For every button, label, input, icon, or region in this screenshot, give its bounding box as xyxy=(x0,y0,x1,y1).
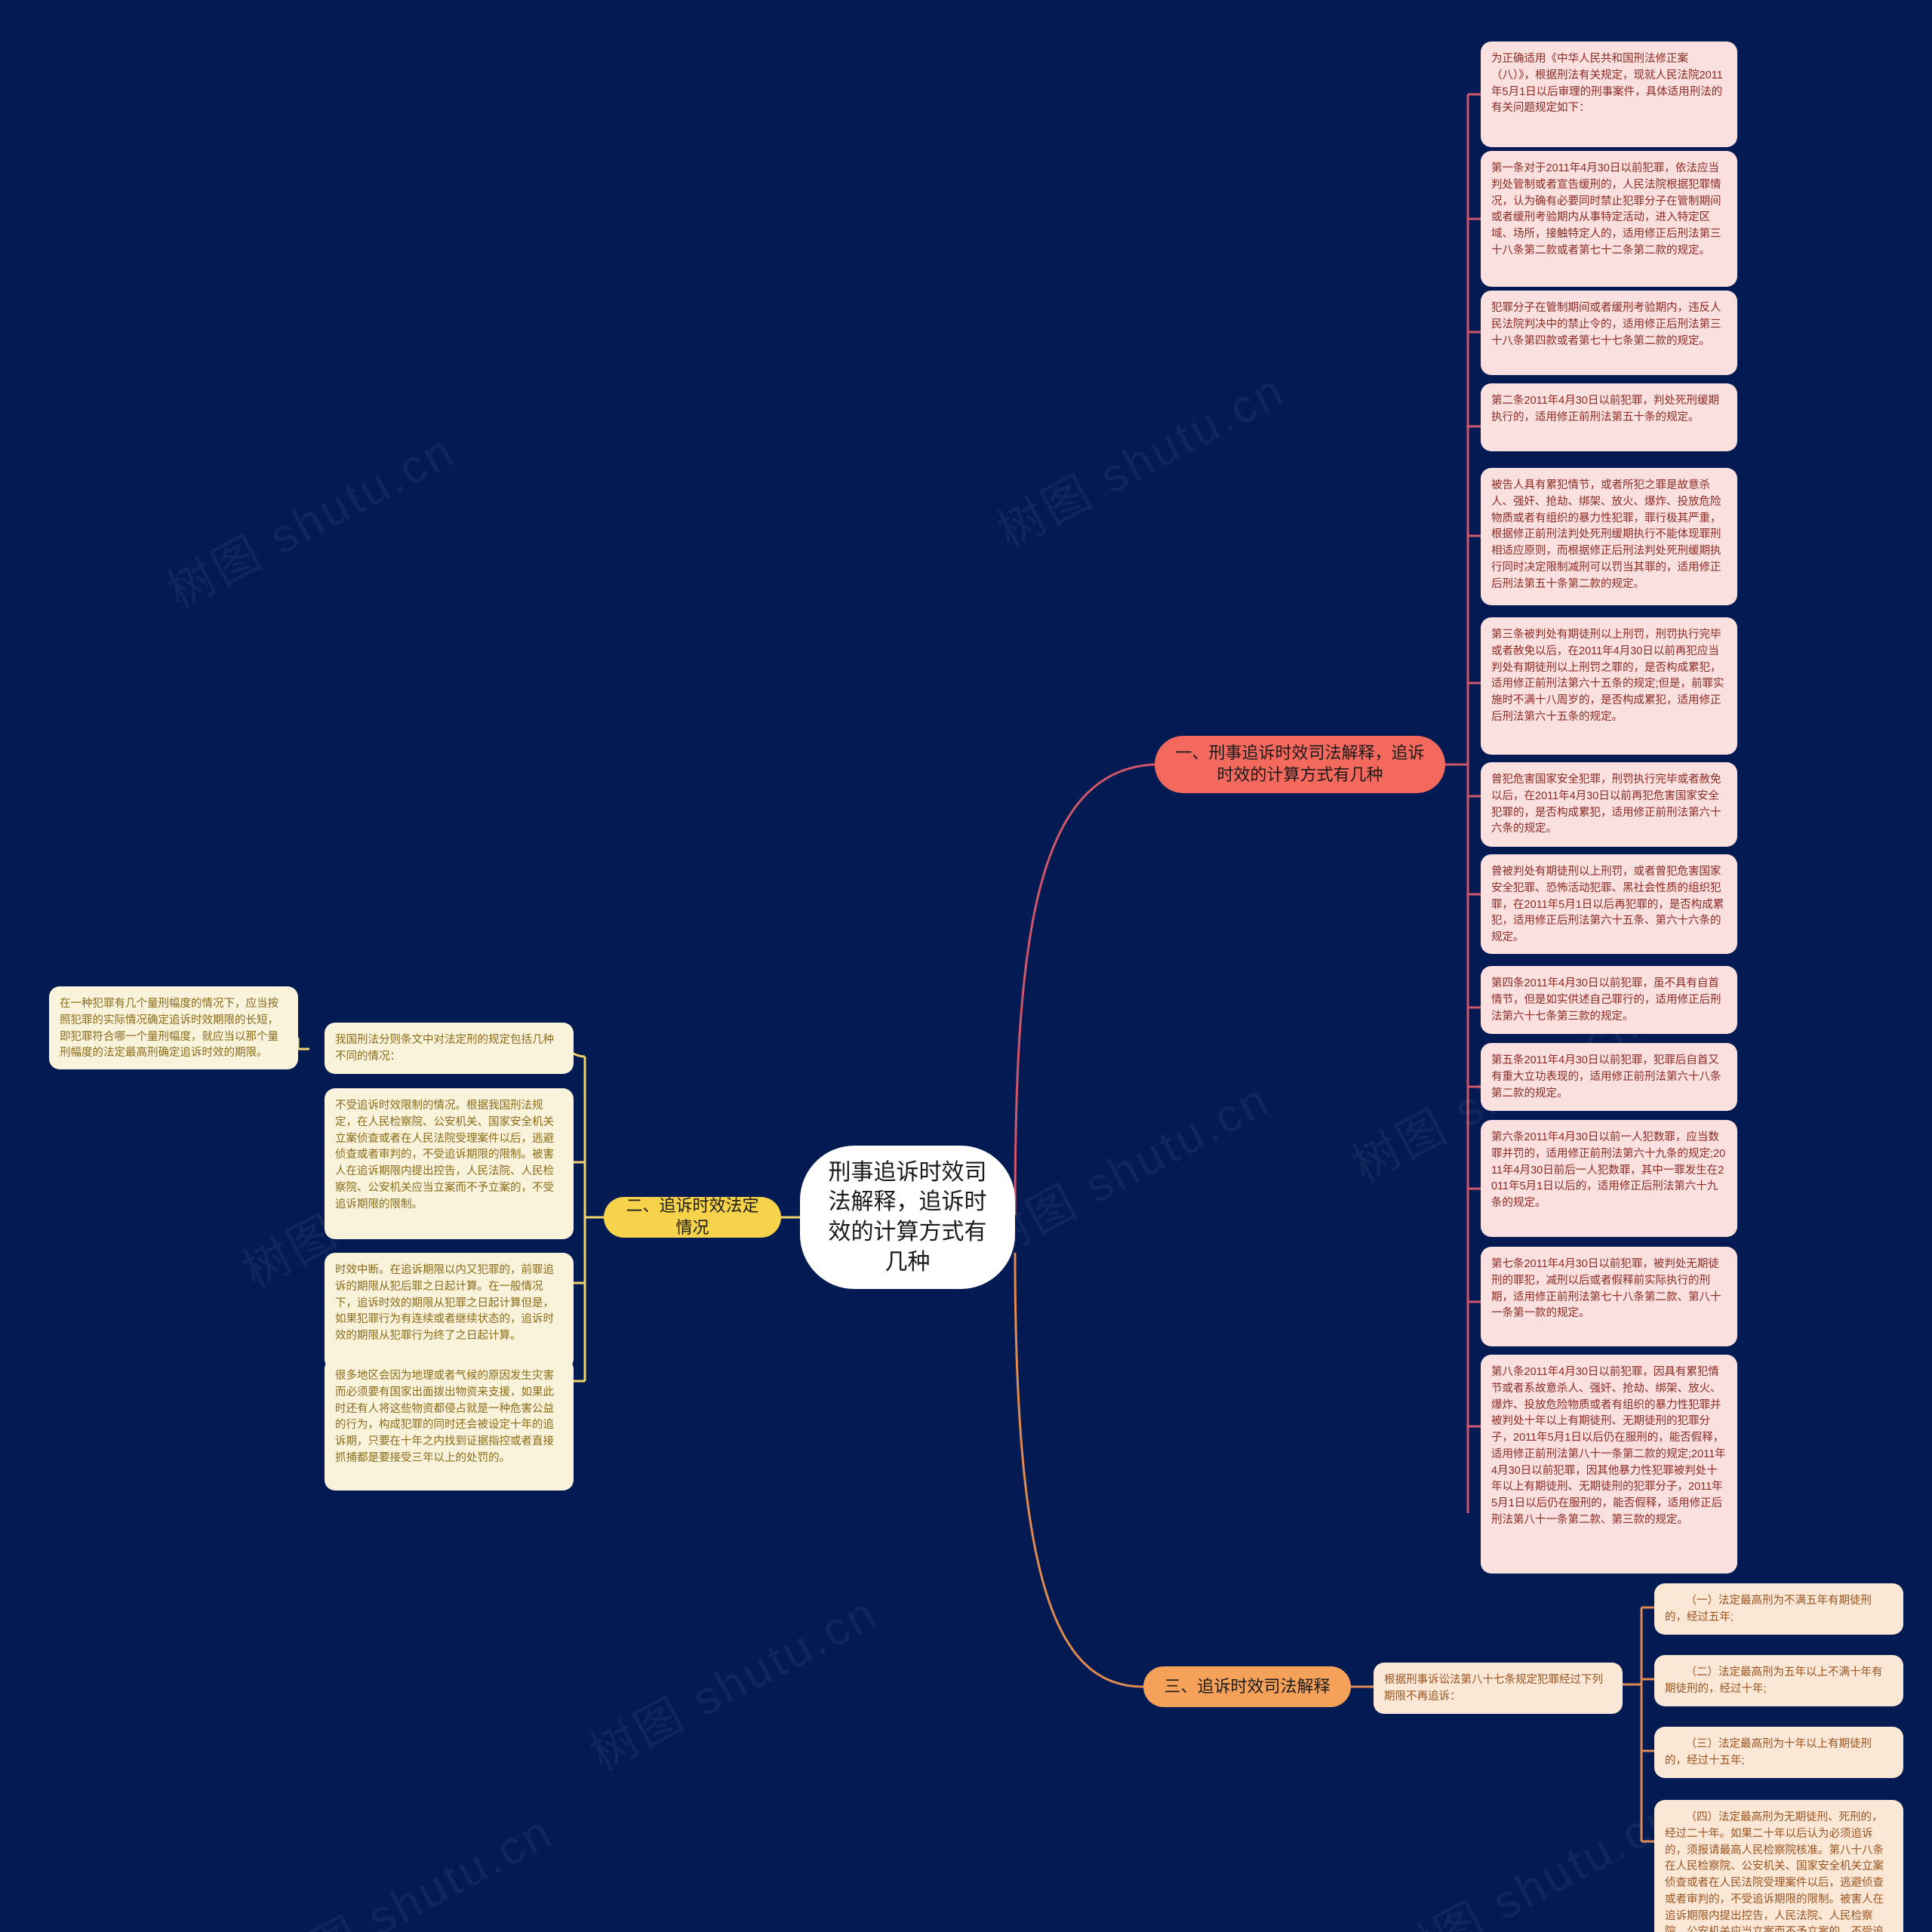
watermark: 树图 shutu.cn xyxy=(1382,1789,1687,1932)
leaf-node[interactable]: 为正确适用《中华人民共和国刑法修正案（八）》，根据刑法有关规定，现就人民法院20… xyxy=(1481,42,1737,147)
leaf-node[interactable]: 被告人具有累犯情节，或者所犯之罪是故意杀人、强奸、抢劫、绑架、放火、爆炸、投放危… xyxy=(1481,468,1737,605)
leaf-node-text: 很多地区会因为地理或者气候的原因发生灾害而必须要有国家出面拨出物资来支援，如果此… xyxy=(335,1370,554,1464)
watermark: 树图 shutu.cn xyxy=(989,363,1294,558)
leaf-node[interactable]: 我国刑法分则条文中对法定刑的规定包括几种不同的情况： xyxy=(325,1023,574,1074)
sub-leaf-node[interactable]: （三）法定最高刑为十年以上有期徒刑的，经过十五年; xyxy=(1654,1727,1903,1778)
leaf-node[interactable]: 不受追诉时效限制的情况。根据我国刑法规定，在人民检察院、公安机关、国家安全机关立… xyxy=(325,1088,574,1239)
sub-leaf-node[interactable]: （一）法定最高刑为不满五年有期徒刑的，经过五年; xyxy=(1654,1583,1903,1635)
leaf-node-text: 第一条对于2011年4月30日以前犯罪，依法应当判处管制或者宣告缓刑的，人民法院… xyxy=(1491,162,1721,257)
leaf-node[interactable]: 第一条对于2011年4月30日以前犯罪，依法应当判处管制或者宣告缓刑的，人民法院… xyxy=(1481,151,1737,287)
branch-node-3[interactable]: 三、追诉时效司法解释 xyxy=(1143,1666,1351,1707)
watermark: 树图 shutu.cn xyxy=(582,1586,887,1781)
leaf-node[interactable]: 第三条被判处有期徒刑以上刑罚，刑罚执行完毕或者赦免以后，在2011年4月30日以… xyxy=(1481,617,1737,755)
leaf-node[interactable]: 第七条2011年4月30日以前犯罪，被判处无期徒刑的罪犯，减刑以后或者假释前实际… xyxy=(1481,1247,1737,1346)
sub-leaf-node-text: （四）法定最高刑为无期徒刑、死刑的，经过二十年。如果二十年以后认为必须追诉的，须… xyxy=(1665,1811,1884,1932)
leaf-node-text: 第七条2011年4月30日以前犯罪，被判处无期徒刑的罪犯，减刑以后或者假释前实际… xyxy=(1491,1258,1721,1320)
leaf-node[interactable]: 第五条2011年4月30日以前犯罪，犯罪后自首又有重大立功表现的，适用修正前刑法… xyxy=(1481,1043,1737,1111)
root-node[interactable]: 刑事追诉时效司法解释，追诉时效的计算方式有几种 xyxy=(800,1146,1015,1289)
leaf-node[interactable]: 犯罪分子在管制期间或者缓刑考验期内，违反人民法院判决中的禁止令的，适用修正后刑法… xyxy=(1481,291,1737,375)
leaf-node-text: 第二条2011年4月30日以前犯罪，判处死刑缓期执行的，适用修正前刑法第五十条的… xyxy=(1491,395,1719,423)
leaf-node[interactable]: 曾犯危害国家安全犯罪，刑罚执行完毕或者赦免以后，在2011年4月30日以前再犯危… xyxy=(1481,762,1737,847)
leaf-node-text: 根据刑事诉讼法第八十七条规定犯罪经过下列期限不再追诉： xyxy=(1384,1674,1603,1703)
root-node-label: 刑事追诉时效司法解释，追诉时效的计算方式有几种 xyxy=(828,1159,987,1275)
leaf-node-text: 被告人具有累犯情节，或者所犯之罪是故意杀人、强奸、抢劫、绑架、放火、爆炸、投放危… xyxy=(1491,479,1721,590)
watermark: 树图 shutu.cn xyxy=(159,423,464,619)
leaf-node-text: 曾犯危害国家安全犯罪，刑罚执行完毕或者赦免以后，在2011年4月30日以前再犯危… xyxy=(1491,774,1721,835)
mindmap-canvas: 树图 shutu.cn 树图 shutu.cn 树图 shutu.cn 树图 s… xyxy=(0,0,1932,1932)
leaf-node-text: 为正确适用《中华人民共和国刑法修正案（八）》，根据刑法有关规定，现就人民法院20… xyxy=(1491,53,1723,115)
sub-leaf-node[interactable]: （四）法定最高刑为无期徒刑、死刑的，经过二十年。如果二十年以后认为必须追诉的，须… xyxy=(1654,1800,1903,1932)
leaf-node[interactable]: 根据刑事诉讼法第八十七条规定犯罪经过下列期限不再追诉： xyxy=(1374,1663,1623,1714)
sub-leaf-node-text: （三）法定最高刑为十年以上有期徒刑的，经过十五年; xyxy=(1665,1738,1872,1767)
leaf-node[interactable]: 第四条2011年4月30日以前犯罪，虽不具有自首情节，但是如实供述自己罪行的，适… xyxy=(1481,966,1737,1034)
branch-node-2-label: 二、追诉时效法定情况 xyxy=(626,1196,759,1237)
leaf-node-text: 第六条2011年4月30日以前一人犯数罪，应当数罪并罚的，适用修正前刑法第六十九… xyxy=(1491,1131,1726,1209)
leaf-node-text: 我国刑法分则条文中对法定刑的规定包括几种不同的情况： xyxy=(335,1034,554,1063)
watermark: 树图 shutu.cn xyxy=(257,1804,562,1932)
leaf-node[interactable]: 很多地区会因为地理或者气候的原因发生灾害而必须要有国家出面拨出物资来支援，如果此… xyxy=(325,1358,574,1491)
branch-node-2[interactable]: 二、追诉时效法定情况 xyxy=(604,1196,781,1238)
leaf-node[interactable]: 第二条2011年4月30日以前犯罪，判处死刑缓期执行的，适用修正前刑法第五十条的… xyxy=(1481,383,1737,451)
leaf-node[interactable]: 第八条2011年4月30日以前犯罪，因具有累犯情节或者系故意杀人、强奸、抢劫、绑… xyxy=(1481,1355,1737,1574)
sub-leaf-node[interactable]: （二）法定最高刑为五年以上不满十年有期徒刑的，经过十年; xyxy=(1654,1655,1903,1706)
sub-leaf-node-text: （二）法定最高刑为五年以上不满十年有期徒刑的，经过十年; xyxy=(1665,1666,1883,1695)
watermark: 树图 shutu.cn xyxy=(974,1072,1279,1268)
branch-node-3-label: 三、追诉时效司法解释 xyxy=(1164,1676,1331,1696)
leaf-node[interactable]: 时效中断。在追诉期限以内又犯罪的，前罪追诉的期限从犯后罪之日起计算。在一般情况下… xyxy=(325,1253,574,1370)
leaf-node-text: 第八条2011年4月30日以前犯罪，因具有累犯情节或者系故意杀人、强奸、抢劫、绑… xyxy=(1491,1366,1726,1526)
sub-leaf-node-text: （一）法定最高刑为不满五年有期徒刑的，经过五年; xyxy=(1665,1595,1872,1623)
sub-leaf-node[interactable]: 在一种犯罪有几个量刑幅度的情况下，应当按照犯罪的实际情况确定追诉时效期限的长短，… xyxy=(49,986,298,1069)
branch-node-1[interactable]: 一、刑事追诉时效司法解释，追诉时效的计算方式有几种 xyxy=(1155,736,1445,793)
leaf-node[interactable]: 第六条2011年4月30日以前一人犯数罪，应当数罪并罚的，适用修正前刑法第六十九… xyxy=(1481,1120,1737,1237)
leaf-node-text: 曾被判处有期徒刑以上刑罚，或者曾犯危害国家安全犯罪、恐怖活动犯罪、黑社会性质的组… xyxy=(1491,866,1724,943)
leaf-node-text: 第三条被判处有期徒刑以上刑罚，刑罚执行完毕或者赦免以后，在2011年4月30日以… xyxy=(1491,629,1724,723)
branch-node-1-label: 一、刑事追诉时效司法解释，追诉时效的计算方式有几种 xyxy=(1175,743,1425,784)
leaf-node-text: 第五条2011年4月30日以前犯罪，犯罪后自首又有重大立功表现的，适用修正前刑法… xyxy=(1491,1054,1721,1100)
leaf-node-text: 第四条2011年4月30日以前犯罪，虽不具有自首情节，但是如实供述自己罪行的，适… xyxy=(1491,977,1721,1023)
leaf-node-text: 时效中断。在追诉期限以内又犯罪的，前罪追诉的期限从犯后罪之日起计算。在一般情况下… xyxy=(335,1264,554,1342)
leaf-node[interactable]: 曾被判处有期徒刑以上刑罚，或者曾犯危害国家安全犯罪、恐怖活动犯罪、黑社会性质的组… xyxy=(1481,854,1737,954)
sub-leaf-node-text: 在一种犯罪有几个量刑幅度的情况下，应当按照犯罪的实际情况确定追诉时效期限的长短，… xyxy=(60,998,278,1060)
leaf-node-text: 不受追诉时效限制的情况。根据我国刑法规定，在人民检察院、公安机关、国家安全机关立… xyxy=(335,1100,554,1211)
leaf-node-text: 犯罪分子在管制期间或者缓刑考验期内，违反人民法院判决中的禁止令的，适用修正后刑法… xyxy=(1491,302,1721,347)
